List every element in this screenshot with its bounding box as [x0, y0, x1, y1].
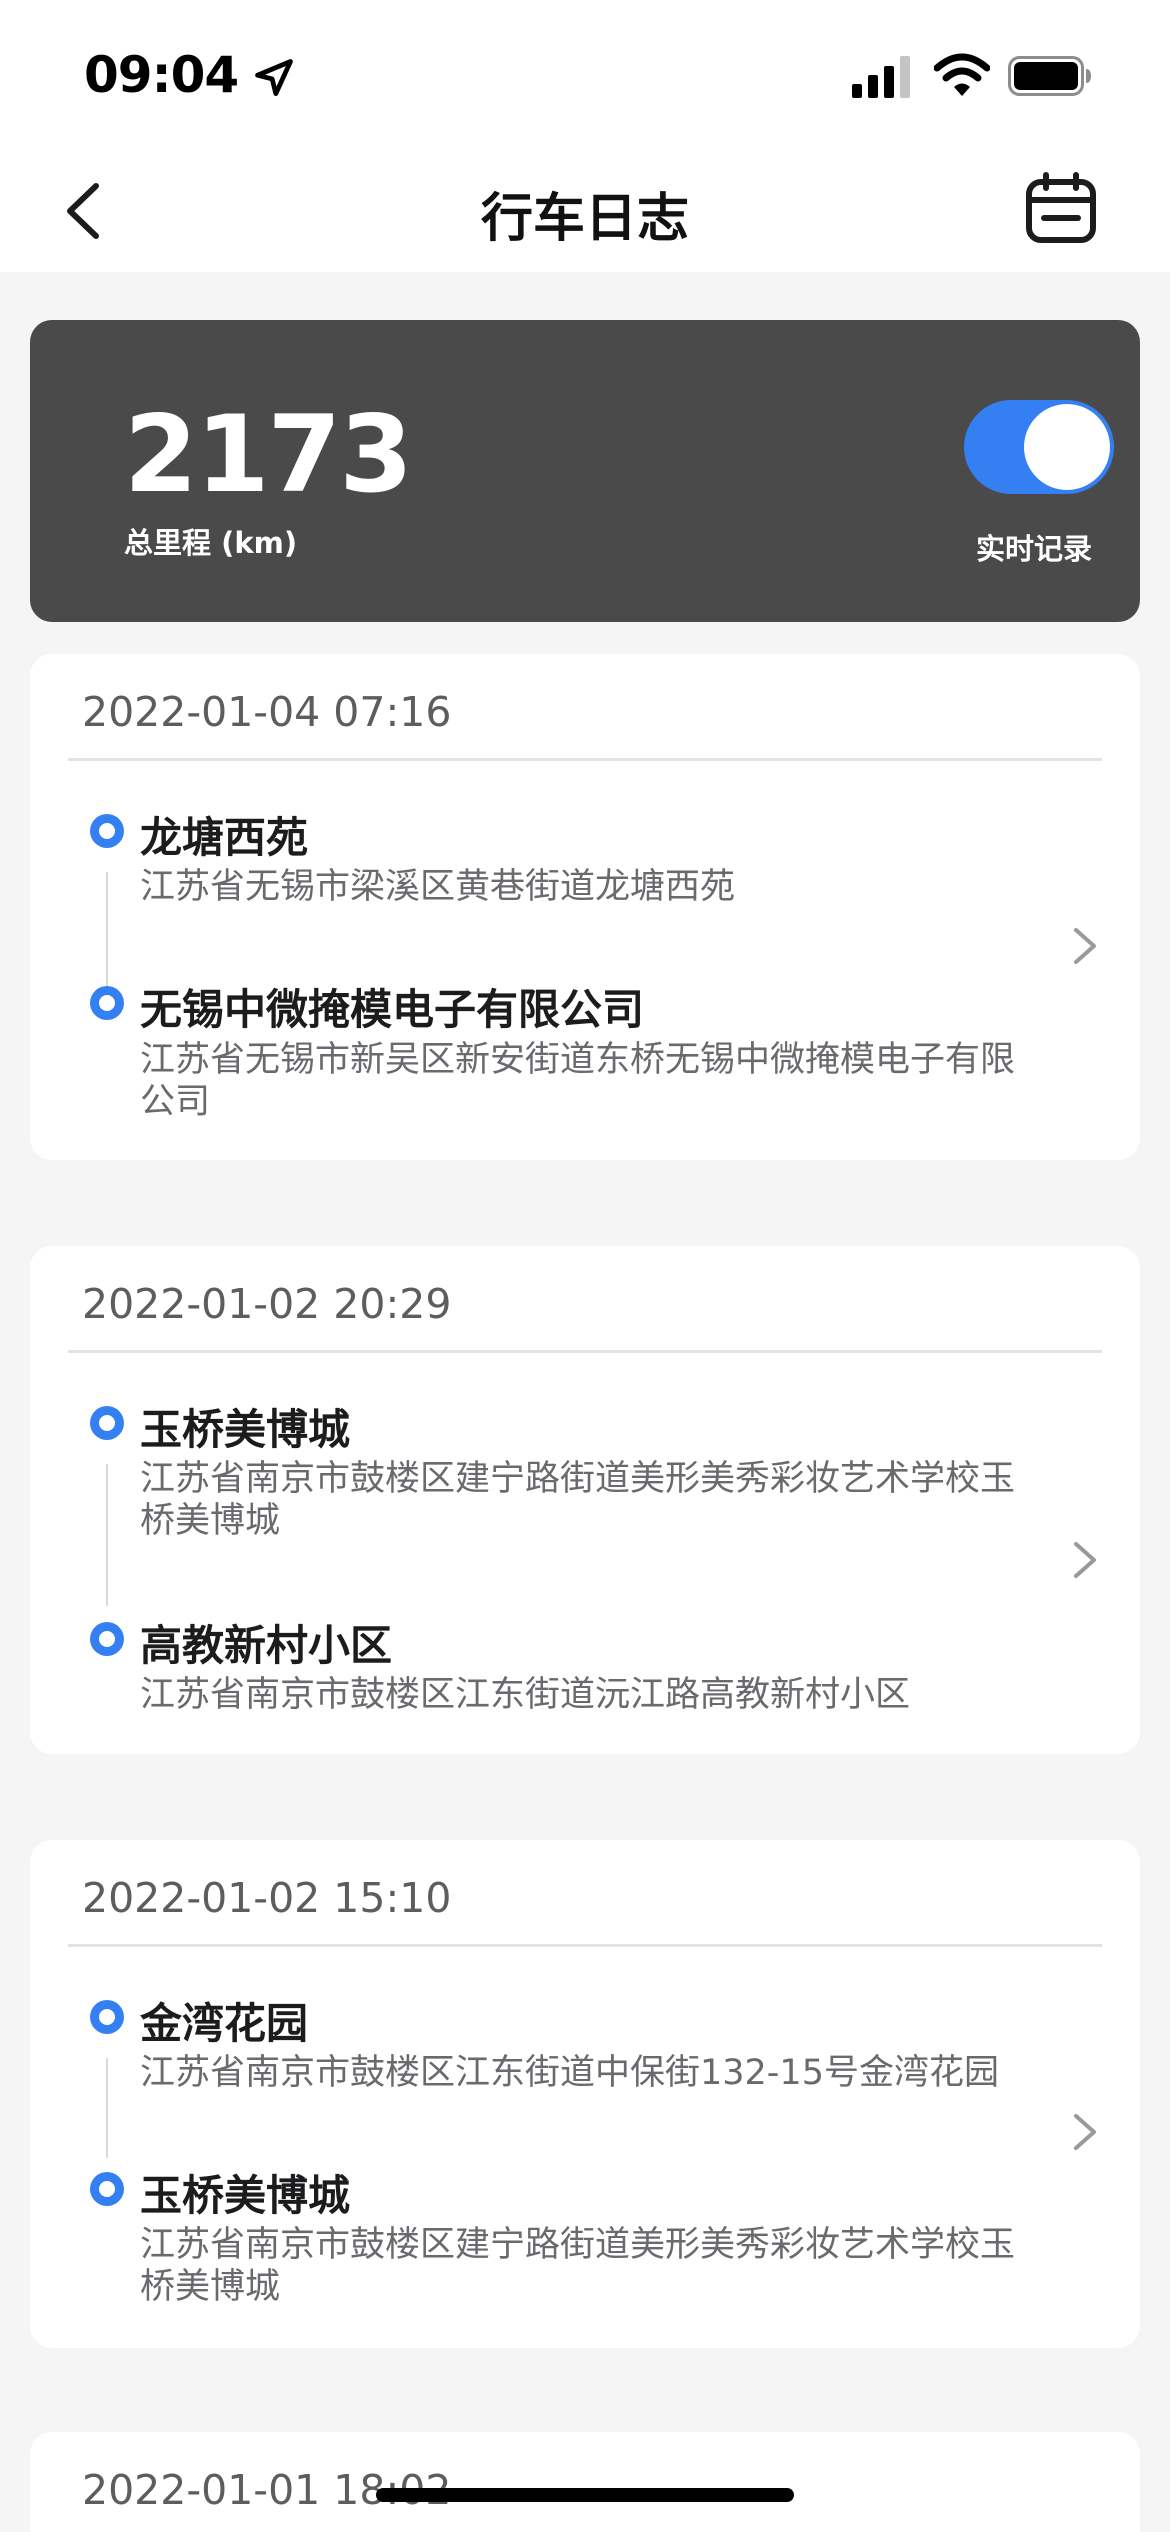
chevron-right-icon — [1074, 928, 1096, 964]
cellular-signal-icon — [852, 56, 910, 98]
page-title: 行车日志 — [480, 189, 689, 249]
route-line — [106, 1464, 108, 1606]
divider — [68, 758, 1102, 761]
end-point-icon — [90, 2172, 124, 2206]
end-place-name: 无锡中微掩模电子有限公司 — [140, 985, 645, 1034]
status-time: 09:04 — [84, 46, 239, 104]
trip-card[interactable]: 2022-01-02 15:10 金湾花园 江苏省南京市鼓楼区江东街道中保街13… — [30, 1840, 1140, 2348]
total-mileage-label: 总里程 (km) — [124, 526, 298, 560]
route-line — [106, 2058, 108, 2158]
chevron-right-icon — [1074, 1542, 1096, 1578]
end-place-name: 玉桥美博城 — [140, 2171, 351, 2220]
start-place-address: 江苏省南京市鼓楼区江东街道中保街132-15号金湾花园 — [140, 2053, 999, 2093]
battery-icon — [1008, 56, 1091, 96]
start-place-name: 金湾花园 — [140, 1999, 309, 2048]
start-place-address: 江苏省无锡市梁溪区黄巷街道龙塘西苑 — [140, 867, 736, 907]
toggle-knob — [1024, 404, 1110, 490]
end-point-icon — [90, 1622, 124, 1656]
chevron-right-icon — [1074, 2114, 1096, 2150]
start-place-address: 江苏省南京市鼓楼区建宁路街道美形美秀彩妆艺术学校玉桥美博城 — [140, 1459, 1016, 1541]
realtime-record-toggle[interactable] — [964, 400, 1114, 494]
trip-date: 2022-01-04 07:16 — [82, 688, 452, 736]
start-point-icon — [90, 1406, 124, 1440]
start-place-name: 玉桥美博城 — [140, 1405, 351, 1454]
header-area: 09:04 行车日志 — [0, 0, 1170, 272]
total-mileage-value: 2173 — [124, 393, 413, 516]
trip-date: 2022-01-02 20:29 — [82, 1280, 452, 1328]
wifi-icon — [934, 53, 990, 96]
trip-date: 2022-01-02 15:10 — [82, 1874, 452, 1922]
divider — [68, 1350, 1102, 1353]
navigation-bar: 行车日志 — [0, 150, 1170, 272]
start-point-icon — [90, 2000, 124, 2034]
divider — [68, 1944, 1102, 1947]
start-point-icon — [90, 814, 124, 848]
home-indicator[interactable] — [376, 2488, 794, 2502]
status-bar: 09:04 — [0, 0, 1170, 150]
mileage-summary-card: 2173 总里程 (km) 实时记录 — [30, 320, 1140, 622]
trip-card[interactable]: 2022-01-04 07:16 龙塘西苑 江苏省无锡市梁溪区黄巷街道龙塘西苑 … — [30, 654, 1140, 1160]
start-place-name: 龙塘西苑 — [140, 813, 309, 862]
end-place-address: 江苏省南京市鼓楼区建宁路街道美形美秀彩妆艺术学校玉桥美博城 — [140, 2225, 1016, 2307]
end-place-address: 江苏省南京市鼓楼区江东街道沅江路高教新村小区 — [140, 1675, 911, 1715]
end-point-icon — [90, 986, 124, 1020]
location-arrow-icon — [255, 59, 293, 96]
end-place-name: 高教新村小区 — [140, 1621, 393, 1670]
trip-card[interactable]: 2022-01-01 18:02 — [30, 2432, 1140, 2532]
calendar-button[interactable] — [1024, 172, 1098, 246]
trip-card[interactable]: 2022-01-02 20:29 玉桥美博城 江苏省南京市鼓楼区建宁路街道美形美… — [30, 1246, 1140, 1754]
end-place-address: 江苏省无锡市新吴区新安街道东桥无锡中微掩模电子有限公司 — [140, 1040, 1016, 1122]
realtime-record-label: 实时记录 — [976, 532, 1093, 566]
